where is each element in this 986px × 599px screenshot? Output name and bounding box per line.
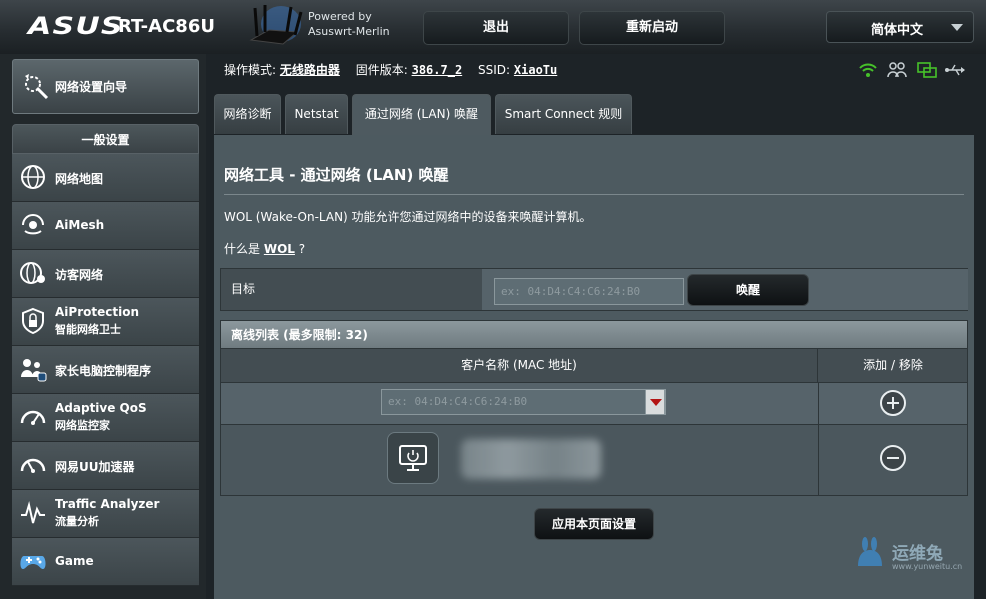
wizard-icon xyxy=(25,74,49,100)
asus-logo: ASUS xyxy=(28,12,124,40)
tab-netstat[interactable]: Netstat xyxy=(285,94,348,134)
column-client: 客户名称 (MAC 地址) xyxy=(221,349,818,382)
sidebar-item-network-map[interactable]: 网络地图 xyxy=(12,154,199,202)
clients-icon[interactable] xyxy=(886,60,908,80)
sidebar-item-label: 网络地图 xyxy=(55,172,104,186)
chevron-down-icon xyxy=(951,24,963,31)
target-row: 目标 ex: 04:D4:C4:C6:24:B0 唤醒 xyxy=(220,268,968,311)
ssid-value-link[interactable]: XiaoTu xyxy=(514,63,557,77)
computer-power-icon xyxy=(399,445,427,471)
sidebar: 网络设置向导 一般设置 网络地图 AiMesh 访客网络 AiProtectio… xyxy=(0,54,206,599)
sidebar-item-sublabel: 智能网络卫士 xyxy=(55,323,121,336)
model-name: RT-AC86U xyxy=(118,16,215,37)
gamepad-icon xyxy=(20,556,46,569)
guest-network-icon xyxy=(20,262,45,284)
sidebar-item-sublabel: 网络监控家 xyxy=(55,419,110,432)
logout-button[interactable]: 退出 xyxy=(423,11,569,45)
sidebar-item-label: 网易UU加速器 xyxy=(55,460,135,474)
firmware-label: 固件版本: xyxy=(355,63,408,77)
language-select[interactable]: 简体中文 xyxy=(826,11,974,43)
sidebar-item-parental-control[interactable]: 家长电脑控制程序 xyxy=(12,346,199,394)
status-icons xyxy=(858,60,968,80)
mode-label: 操作模式: xyxy=(224,63,277,77)
mode-value-link[interactable]: 无线路由器 xyxy=(280,63,340,77)
router-icon xyxy=(249,5,303,45)
target-mac-input[interactable]: ex: 04:D4:C4:C6:24:B0 xyxy=(494,278,684,305)
page-title: 网络工具 - 通过网络 (LAN) 唤醒 xyxy=(224,166,449,184)
rabbit-logo-icon xyxy=(858,537,882,566)
sidebar-item-aimesh[interactable]: AiMesh xyxy=(12,202,199,250)
what-is-wol: 什么是 WOL ? xyxy=(224,242,306,256)
sidebar-item-label: 家长电脑控制程序 xyxy=(55,364,152,378)
add-icon[interactable] xyxy=(880,390,906,416)
watermark-url: www.yunweitu.cn xyxy=(892,562,963,571)
target-label: 目标 xyxy=(221,269,482,310)
sidebar-item-sublabel: 流量分析 xyxy=(55,515,99,528)
sidebar-item-label: AiMesh xyxy=(55,218,105,232)
blurred-client-name xyxy=(461,439,601,479)
usb-icon[interactable] xyxy=(944,61,966,79)
ssid-label: SSID: xyxy=(478,63,511,77)
wizard-label: 网络设置向导 xyxy=(55,80,128,94)
page-description: WOL (Wake-On-LAN) 功能允许您通过网络中的设备来唤醒计算机。 xyxy=(224,210,592,224)
speedometer-icon xyxy=(20,458,46,473)
sidebar-item-guest-network[interactable]: 访客网络 xyxy=(12,250,199,298)
tab-network-diagnosis[interactable]: 网络诊断 xyxy=(214,94,281,134)
globe-map-icon xyxy=(21,165,45,189)
family-icon xyxy=(21,359,47,382)
wake-button[interactable]: 唤醒 xyxy=(687,274,809,306)
firmware-value-link[interactable]: 386.7_2 xyxy=(412,63,463,77)
client-mac-combobox[interactable]: ex: 04:D4:C4:C6:24:B0 xyxy=(381,389,666,415)
remove-icon[interactable] xyxy=(880,445,906,471)
analyzer-icon xyxy=(21,501,45,524)
speedometer-icon xyxy=(20,410,46,425)
dropdown-arrow-icon[interactable] xyxy=(645,389,665,415)
tab-wake-on-lan[interactable]: 通过网络 (LAN) 唤醒 xyxy=(352,94,491,136)
top-header: ASUS RT-AC86U Powered by Asuswrt-Merlin … xyxy=(0,0,986,54)
apply-settings-button[interactable]: 应用本页面设置 xyxy=(534,508,654,540)
sidebar-item-adaptive-qos[interactable]: Adaptive QoS 网络监控家 xyxy=(12,394,199,442)
sidebar-item-label: Game xyxy=(55,554,94,568)
offline-list-title: 离线列表 (最多限制: 32) xyxy=(220,320,968,349)
main-content: 网络工具 - 通过网络 (LAN) 唤醒 WOL (Wake-On-LAN) 功… xyxy=(214,135,974,599)
device-icon xyxy=(387,432,439,484)
sidebar-item-label: 访客网络 xyxy=(55,268,104,282)
table-row: ex: 04:D4:C4:C6:24:B0 xyxy=(220,383,968,425)
sidebar-item-game[interactable]: Game xyxy=(12,538,199,586)
column-action: 添加 / 移除 xyxy=(863,358,923,372)
language-value: 简体中文 xyxy=(871,23,924,38)
sidebar-item-label: AiProtection xyxy=(55,305,139,319)
sidebar-item-aiprotection[interactable]: AiProtection 智能网络卫士 xyxy=(12,298,199,346)
general-menu: 一般设置 网络地图 AiMesh 访客网络 AiProtection 智能网络卫… xyxy=(12,124,199,586)
powered-by: Powered by Asuswrt-Merlin xyxy=(308,10,390,38)
table-row xyxy=(220,425,968,496)
menu-section-header: 一般设置 xyxy=(12,124,199,154)
tab-smart-connect[interactable]: Smart Connect 规则 xyxy=(495,94,632,134)
status-bar: 操作模式: 无线路由器 固件版本: 386.7_2 SSID: XiaoTu xyxy=(224,61,569,78)
network-monitor-icon[interactable] xyxy=(916,60,938,80)
mesh-icon xyxy=(22,214,44,235)
sidebar-item-label: Traffic Analyzer xyxy=(55,497,160,511)
shield-lock-icon xyxy=(22,307,44,335)
target-value-cell: ex: 04:D4:C4:C6:24:B0 唤醒 xyxy=(482,269,968,310)
sidebar-item-uu-accelerator[interactable]: 网易UU加速器 xyxy=(12,442,199,490)
watermark-text: 运维兔 xyxy=(892,544,943,564)
setup-wizard-button[interactable]: 网络设置向导 xyxy=(12,59,199,114)
watermark: 运维兔 www.yunweitu.cn xyxy=(852,536,972,576)
sidebar-item-traffic-analyzer[interactable]: Traffic Analyzer 流量分析 xyxy=(12,490,199,538)
reboot-button[interactable]: 重新启动 xyxy=(579,11,725,45)
table-header-row: 客户名称 (MAC 地址) 添加 / 移除 xyxy=(220,349,968,383)
wol-help-link[interactable]: WOL xyxy=(264,242,295,256)
wifi-icon[interactable] xyxy=(858,60,878,80)
offline-list-table: 离线列表 (最多限制: 32) 客户名称 (MAC 地址) 添加 / 移除 ex… xyxy=(220,320,968,496)
sidebar-item-label: Adaptive QoS xyxy=(55,401,147,415)
title-divider xyxy=(224,194,964,195)
